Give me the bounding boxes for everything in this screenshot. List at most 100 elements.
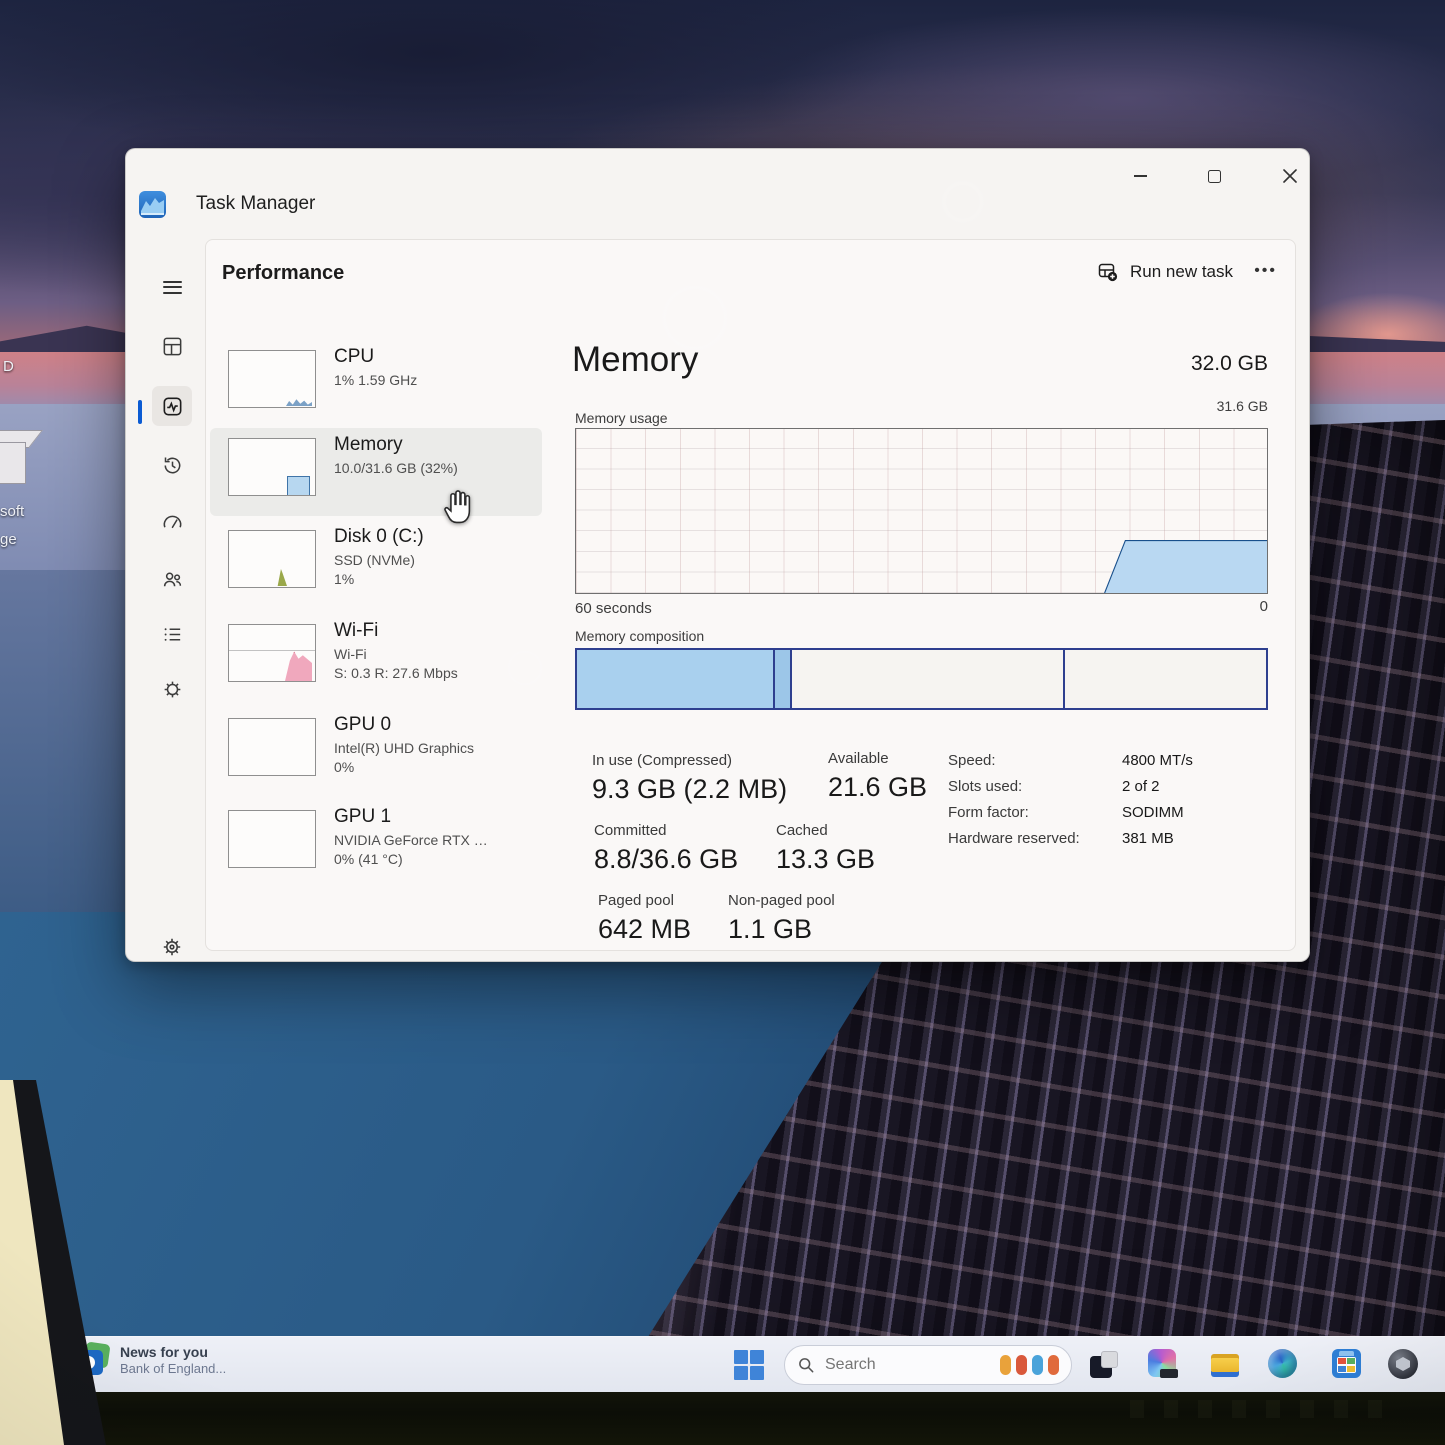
stat-value: 642 MB (598, 914, 691, 945)
app-history-icon (161, 454, 184, 477)
cpu-mini-graph (228, 350, 316, 408)
processes-icon (161, 335, 184, 358)
desktop-shortcut-icon[interactable] (0, 428, 42, 484)
detail-value: SODIMM (1122, 804, 1184, 821)
windows-logo-icon (750, 1350, 764, 1364)
stat-label: Available (828, 750, 927, 767)
details-icon (161, 623, 184, 646)
selected-page-indicator (138, 400, 142, 424)
close-icon (1283, 169, 1297, 183)
perf-item-detail: S: 0.3 R: 27.6 Mbps (334, 665, 458, 681)
store-icon (1332, 1349, 1361, 1378)
detail-label: Speed: (948, 752, 1122, 769)
sidebar-item-processes[interactable] (152, 326, 192, 366)
search-input[interactable] (823, 1355, 967, 1375)
perf-item-detail: Wi-Fi (334, 646, 367, 662)
cube-front-face (0, 442, 26, 484)
start-button[interactable] (734, 1350, 764, 1380)
perf-item-disk[interactable]: Disk 0 (C:) SSD (NVMe) 1% (212, 524, 544, 610)
run-new-task-label: Run new task (1130, 262, 1233, 282)
sidebar-item-users[interactable] (152, 559, 192, 599)
microsoft-store-button[interactable] (1332, 1349, 1364, 1381)
memory-usage-graph (575, 428, 1268, 594)
perf-item-gpu1[interactable]: GPU 1 NVIDIA GeForce RTX … 0% (41 °C) (212, 804, 544, 890)
memory-composition-label: Memory composition (575, 628, 704, 644)
memory-composition-bar (575, 648, 1268, 710)
sidebar-item-services[interactable] (152, 669, 192, 709)
task-view-icon (1101, 1351, 1118, 1368)
copilot-badge (1160, 1369, 1178, 1378)
wifi-mini-graph (228, 624, 316, 682)
edge-browser-button[interactable] (1268, 1349, 1300, 1381)
memory-capacity: 32.0 GB (1106, 352, 1268, 376)
perf-item-wifi[interactable]: Wi-Fi Wi-Fi S: 0.3 R: 27.6 Mbps (212, 618, 544, 704)
close-button[interactable] (1268, 159, 1312, 193)
windows-logo-icon (734, 1366, 748, 1380)
perf-item-detail: 10.0/31.6 GB (32%) (334, 460, 458, 476)
windows-logo-icon (750, 1366, 764, 1380)
stat-nonpaged-pool: Non-paged pool 1.1 GB (728, 892, 835, 945)
copilot-button[interactable] (1148, 1349, 1180, 1381)
menu-hamburger-button[interactable] (152, 267, 192, 307)
minimize-button[interactable] (1118, 159, 1162, 193)
composition-free-segment (1065, 650, 1266, 708)
desktop-icon-label-fragment: soft (0, 503, 24, 520)
stat-label: Non-paged pool (728, 892, 835, 909)
steam-icon (1388, 1349, 1418, 1379)
detail-speed: Speed: 4800 MT/s (948, 752, 1193, 769)
perf-item-detail: 0% (334, 759, 354, 775)
widgets-button[interactable]: News for you Bank of England... (76, 1343, 226, 1377)
laptop-bezel-logo-marks (1130, 1400, 1390, 1418)
sidebar-item-startup-apps[interactable] (152, 502, 192, 542)
sidebar-item-details[interactable] (152, 614, 192, 654)
perf-item-cpu[interactable]: CPU 1% 1.59 GHz (212, 344, 544, 430)
detail-form-factor: Form factor: SODIMM (948, 804, 1184, 821)
perf-item-gpu0[interactable]: GPU 0 Intel(R) UHD Graphics 0% (212, 712, 544, 798)
composition-in-use-segment (577, 650, 775, 708)
navigation-rail (126, 149, 190, 961)
stat-value: 9.3 GB (2.2 MB) (592, 774, 787, 805)
desktop-icon-label-fragment: D (3, 358, 14, 375)
taskbar-search[interactable] (784, 1345, 1072, 1385)
stat-label: Committed (594, 822, 738, 839)
composition-standby-segment (792, 650, 1065, 708)
memory-usage-label: Memory usage (575, 410, 668, 426)
memory-usage-scale-max: 31.6 GB (1106, 398, 1268, 414)
performance-icon (161, 395, 184, 418)
perf-item-name: Memory (334, 434, 403, 456)
stat-committed: Committed 8.8/36.6 GB (594, 822, 738, 875)
steam-button[interactable] (1388, 1349, 1420, 1381)
sidebar-item-performance[interactable] (152, 386, 192, 426)
search-highlights-icon (1000, 1355, 1059, 1375)
perf-item-memory[interactable]: Memory 10.0/31.6 GB (32%) (212, 432, 544, 518)
run-new-task-icon (1096, 260, 1120, 284)
stat-in-use: In use (Compressed) 9.3 GB (2.2 MB) (592, 752, 787, 805)
maximize-button[interactable] (1192, 159, 1236, 193)
stat-label: Paged pool (598, 892, 691, 909)
task-manager-window: Task Manager (125, 148, 1310, 962)
window-title: Task Manager (196, 193, 315, 215)
run-new-task-button[interactable]: Run new task (1096, 260, 1233, 284)
taskbar: News for you Bank of England... (40, 1336, 1445, 1393)
composition-modified-segment (775, 650, 792, 708)
detail-value: 2 of 2 (1122, 778, 1160, 795)
more-options-button[interactable]: ••• (1254, 262, 1277, 280)
search-icon (797, 1356, 815, 1374)
sidebar-item-app-history[interactable] (152, 445, 192, 485)
perf-item-detail: NVIDIA GeForce RTX … (334, 832, 488, 848)
task-view-button[interactable] (1088, 1349, 1120, 1381)
perf-item-detail: 0% (41 °C) (334, 851, 403, 867)
perf-item-name: GPU 1 (334, 806, 391, 828)
startup-apps-icon (161, 511, 184, 534)
file-explorer-button[interactable] (1210, 1349, 1242, 1381)
perf-item-name: Disk 0 (C:) (334, 526, 424, 548)
memory-panel-title: Memory (572, 340, 698, 380)
stat-available: Available 21.6 GB (828, 750, 927, 803)
settings-button[interactable] (152, 927, 192, 967)
desktop-icon-label-fragment: ge (0, 531, 17, 548)
detail-label: Hardware reserved: (948, 830, 1122, 847)
perf-item-name: CPU (334, 346, 374, 368)
stat-value: 8.8/36.6 GB (594, 844, 738, 875)
perf-item-detail: 1% 1.59 GHz (334, 372, 417, 388)
stat-label: In use (Compressed) (592, 752, 787, 769)
